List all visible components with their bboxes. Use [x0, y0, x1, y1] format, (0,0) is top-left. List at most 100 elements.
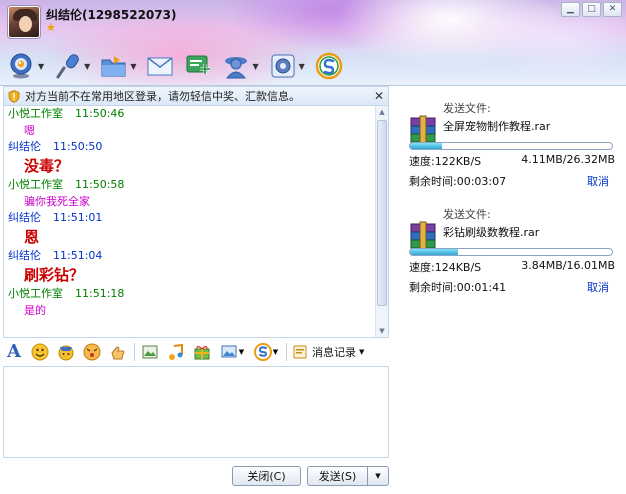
message-header: 小悦工作室 11:51:18: [4, 286, 376, 302]
chevron-down-icon[interactable]: ▼: [273, 348, 278, 356]
chevron-down-icon[interactable]: ▼: [252, 62, 258, 71]
nudge-icon[interactable]: [82, 342, 102, 362]
soso-s-icon: [315, 52, 343, 80]
message-header: 小悦工作室 11:50:46: [4, 106, 376, 122]
message-time: 11:50:46: [75, 107, 125, 120]
file-transfer-item: 发送文件: 全屏宠物制作教程.rar 速度:122KB/S 4.11MB/26.…: [409, 100, 615, 196]
file-transfer-panel: 发送文件: 全屏宠物制作教程.rar 速度:122KB/S 4.11MB/26.…: [395, 86, 626, 494]
star-icon: ★: [46, 21, 56, 34]
scrollbar-thumb[interactable]: [377, 120, 387, 306]
gift-icon[interactable]: [192, 342, 212, 362]
apps-button[interactable]: ▼: [222, 52, 259, 80]
gear-icon: [271, 54, 295, 78]
transfer-filename: 彩钻刷级数教程.rar: [443, 226, 540, 239]
sender-name: 小悦工作室: [8, 178, 63, 191]
message-header: 纠结伦 11:50:50: [4, 139, 376, 155]
add-group-icon: [186, 55, 211, 74]
rar-archive-icon: [410, 115, 436, 144]
transfer-speed: 速度:124KB/S: [409, 261, 482, 274]
video-call-button[interactable]: ▼: [8, 52, 44, 80]
message-time: 11:51:04: [53, 249, 103, 262]
sender-name: 小悦工作室: [8, 287, 63, 300]
scroll-up-icon[interactable]: ▲: [376, 106, 388, 118]
chevron-down-icon[interactable]: ▼: [38, 62, 44, 71]
history-label: 消息记录: [312, 346, 356, 359]
screenshot-icon[interactable]: [140, 342, 160, 362]
transfer-label: 发送文件:: [443, 102, 491, 115]
voice-call-button[interactable]: ▼: [54, 52, 90, 80]
message-input[interactable]: [3, 366, 389, 458]
transfer-remaining: 剩余时间:00:01:41: [409, 281, 507, 294]
font-icon[interactable]: A: [4, 342, 24, 362]
message-text: 是的: [24, 304, 46, 317]
transfer-size: 4.11MB/26.32MB: [521, 153, 615, 166]
emoji-icon[interactable]: [30, 342, 50, 362]
title-bar[interactable]: 纠结伦(1298522073) ★ ▁ □ ✕ ▼ ▼ ▼ ▼ ▼: [0, 0, 626, 86]
message-time: 11:50:58: [75, 178, 125, 191]
shield-warning-icon: [8, 89, 20, 103]
sender-name: 纠结伦: [8, 249, 41, 262]
minimize-icon[interactable]: ▁: [561, 2, 580, 17]
chevron-down-icon[interactable]: ▼: [130, 62, 136, 71]
notice-close-icon[interactable]: ✕: [374, 89, 384, 103]
sender-name: 纠结伦: [8, 211, 41, 224]
chevron-down-icon[interactable]: ▼: [84, 62, 90, 71]
soso-format-icon[interactable]: ▼: [252, 342, 280, 362]
message-text: 刷彩钻？: [24, 266, 85, 284]
music-icon[interactable]: [166, 342, 186, 362]
transfer-progress-fill: [410, 143, 442, 149]
scroll-down-icon[interactable]: ▼: [376, 325, 388, 337]
message-header: 小悦工作室 11:50:58: [4, 177, 376, 193]
transfer-progress-bar: [409, 142, 613, 150]
soso-button[interactable]: [315, 52, 343, 80]
close-button[interactable]: 关闭(C): [232, 466, 301, 486]
magic-emoji-icon[interactable]: [56, 342, 76, 362]
chevron-down-icon[interactable]: ▼: [239, 348, 244, 356]
notice-text: 对方当前不在常用地区登录，请勿轻信中奖、汇款信息。: [25, 90, 300, 103]
transfer-label: 发送文件:: [443, 208, 491, 221]
contact-name[interactable]: 纠结伦(1298522073): [46, 6, 176, 23]
security-notice-bar: 对方当前不在常用地区登录，请勿轻信中奖、汇款信息。 ✕: [3, 86, 389, 106]
send-file-button[interactable]: ▼: [100, 52, 136, 80]
message-history-button[interactable]: 消息记录 ▼: [292, 344, 364, 360]
webcam-icon: [10, 53, 32, 79]
maximize-icon[interactable]: □: [582, 2, 601, 17]
message-list: 小悦工作室 11:50:46 嗯 纠结伦 11:50:50 没毒？ 小悦工作室 11:…: [4, 106, 376, 319]
transfer-size: 3.84MB/16.01MB: [521, 259, 615, 272]
shake-hand-icon[interactable]: [108, 342, 128, 362]
send-button[interactable]: 发送(S): [307, 466, 367, 486]
format-toolbar: A ▼ ▼ 消息记录 ▼: [4, 340, 388, 364]
rar-archive-icon: [410, 221, 436, 250]
history-icon: [293, 345, 307, 359]
chevron-down-icon[interactable]: ▼: [299, 62, 305, 71]
chat-history[interactable]: 小悦工作室 11:50:46 嗯 纠结伦 11:50:50 没毒？ 小悦工作室 11:…: [3, 106, 389, 338]
image-icon[interactable]: ▼: [218, 342, 246, 362]
message-text: 恩: [24, 228, 40, 246]
contact-avatar[interactable]: [8, 6, 40, 38]
create-discussion-button[interactable]: [184, 52, 212, 80]
close-icon[interactable]: ✕: [603, 2, 622, 17]
folder-icon: [101, 56, 126, 77]
file-transfer-item: 发送文件: 彩钻刷级数教程.rar 速度:124KB/S 3.84MB/16.0…: [409, 206, 615, 302]
send-options-dropdown[interactable]: ▼: [367, 466, 389, 486]
message-text: 骗你我死全家: [24, 195, 90, 208]
chevron-down-icon: ▼: [375, 472, 381, 480]
transfer-speed: 速度:122KB/S: [409, 155, 482, 168]
message-header: 纠结伦 11:51:01: [4, 210, 376, 226]
sender-name: 纠结伦: [8, 140, 41, 153]
cancel-transfer-link[interactable]: 取消: [587, 173, 609, 189]
settings-button[interactable]: ▼: [269, 52, 305, 80]
message-header: 纠结伦 11:51:04: [4, 248, 376, 264]
message-text: 没毒？: [24, 157, 70, 175]
envelope-icon: [147, 57, 173, 76]
cancel-transfer-link[interactable]: 取消: [587, 279, 609, 295]
chat-scrollbar[interactable]: ▲ ▼: [375, 106, 388, 337]
send-mail-button[interactable]: [146, 52, 174, 80]
message-time: 11:50:50: [53, 140, 103, 153]
transfer-progress-bar: [409, 248, 613, 256]
transfer-progress-fill: [410, 249, 459, 255]
message-time: 11:51:01: [53, 211, 103, 224]
transfer-remaining: 剩余时间:00:03:07: [409, 175, 507, 188]
message-time: 11:51:18: [75, 287, 125, 300]
main-toolbar: ▼ ▼ ▼ ▼ ▼: [8, 50, 353, 82]
